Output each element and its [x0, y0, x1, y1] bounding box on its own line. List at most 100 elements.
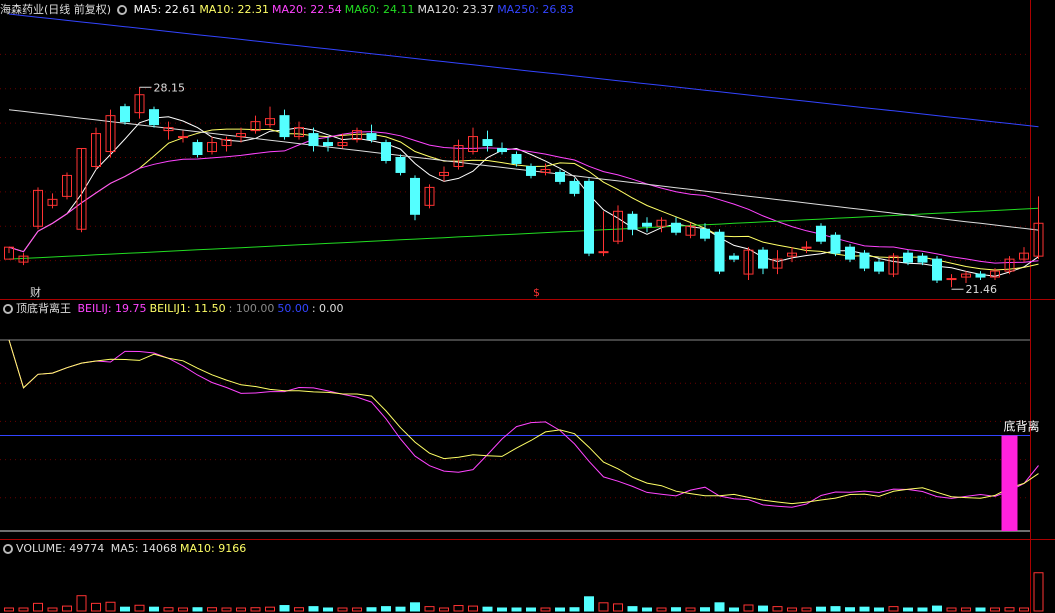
volume-bar [18, 607, 29, 612]
candle-body [279, 115, 290, 138]
beilij-line [8, 339, 1039, 508]
volume-bar [323, 607, 333, 612]
volume-bar [279, 605, 290, 612]
volume-bar [1019, 607, 1029, 612]
volume-bar [613, 603, 623, 612]
volume-bar [888, 606, 899, 612]
volume-bar [946, 607, 957, 612]
candle-body [323, 142, 333, 147]
volume-bar [598, 602, 609, 612]
candle-body [120, 106, 130, 123]
candle-body [149, 109, 159, 126]
candle-body [526, 165, 536, 176]
candle-body [627, 213, 638, 230]
settings-icon[interactable]: ● [117, 5, 128, 15]
volume-bar [569, 607, 580, 612]
candle-body [671, 222, 681, 233]
volume-bar [1004, 607, 1015, 612]
volume-bar [149, 606, 159, 612]
ma-label-1: MA10: 22.31 [199, 3, 270, 16]
candle-body [555, 171, 565, 182]
volume-bar [178, 607, 188, 612]
indicator-label-0: BEILIJ: 19.75 [77, 302, 147, 315]
volume-settings-icon[interactable]: ● [3, 544, 13, 554]
volume-bar [134, 604, 145, 612]
volume-bar [236, 607, 246, 612]
candle-body [917, 255, 928, 263]
volume-bar [366, 607, 377, 612]
candle-body [874, 261, 884, 272]
volume-bar [685, 607, 696, 612]
candle-body [192, 142, 203, 156]
volume-title: VOLUME: 49774 [16, 542, 105, 555]
volume-bar [207, 607, 217, 612]
volume-bar [903, 607, 913, 612]
volume-bar [743, 604, 754, 612]
event-marker: $ [533, 286, 540, 299]
candle-body [758, 249, 768, 269]
candle-body [859, 252, 870, 269]
volume-bar [265, 606, 275, 612]
finance-marker: 财 [30, 285, 41, 299]
candle-body [381, 142, 391, 161]
candle-body [845, 246, 855, 260]
volume-label-1: MA10: 9166 [179, 542, 247, 555]
volume-bar [990, 607, 1000, 612]
indicator-header: ● 顶底背离王 BEILIJ: 19.75 BEILIJ1: 11.50: 100.… [0, 300, 350, 318]
candle-body [801, 246, 812, 249]
volume-bar [642, 607, 652, 612]
candle-body [946, 278, 957, 281]
ma-label-2: MA20: 22.54 [272, 3, 342, 16]
volume-bar [4, 607, 14, 612]
ma60-line [8, 207, 1039, 260]
ma120-line [8, 109, 1039, 231]
ma5-line [8, 116, 1039, 277]
volume-bar [917, 607, 928, 612]
candle-body [729, 255, 739, 260]
candle-body [584, 180, 594, 254]
volume-bar [381, 606, 391, 612]
candle-body [714, 231, 725, 272]
candle-body [511, 154, 522, 164]
volume-bar [439, 607, 449, 612]
volume-bar [961, 607, 971, 612]
volume-bar [76, 595, 87, 612]
indicator-label-4: : 0.00 [311, 302, 344, 315]
candle-body [975, 273, 986, 278]
volume-bar [758, 605, 768, 612]
candle-body [482, 139, 493, 147]
volume-bar [47, 607, 58, 612]
candle-body [830, 234, 841, 254]
ma-label-5: MA250: 26.83 [497, 3, 574, 16]
ma250-line [8, 13, 1039, 128]
indicator-settings-icon[interactable]: ● [3, 304, 13, 314]
stock-title: 海森药业(日线 前复权) [0, 3, 112, 16]
volume-bar [1033, 572, 1044, 612]
volume-bar [830, 606, 841, 612]
volume-bar [250, 607, 261, 612]
volume-bar [192, 607, 203, 612]
candle-body [816, 225, 826, 242]
volume-legend: MA5: 14068 MA10: 9166 [111, 542, 249, 555]
volume-bar [395, 606, 406, 612]
volume-bar [511, 607, 522, 612]
candle-body [932, 258, 942, 281]
volume-bar [482, 606, 493, 612]
volume-bar [120, 606, 130, 612]
candle-body [410, 177, 420, 215]
volume-header: ● VOLUME: 49774 MA5: 14068 MA10: 9166 [0, 540, 252, 558]
volume-bar [33, 602, 43, 612]
candle-body [395, 157, 406, 173]
low-label: 21.46 [966, 283, 998, 296]
volume-bar [932, 605, 942, 612]
volume-bar [424, 606, 435, 612]
volume-bar [163, 607, 174, 612]
candle-body [598, 251, 609, 254]
volume-bar [859, 606, 870, 612]
volume-bar [700, 607, 710, 612]
volume-bar [656, 607, 667, 612]
volume-bar [627, 606, 638, 612]
volume-bar [540, 607, 551, 612]
volume-bar [468, 605, 478, 612]
candle-body [308, 133, 319, 147]
